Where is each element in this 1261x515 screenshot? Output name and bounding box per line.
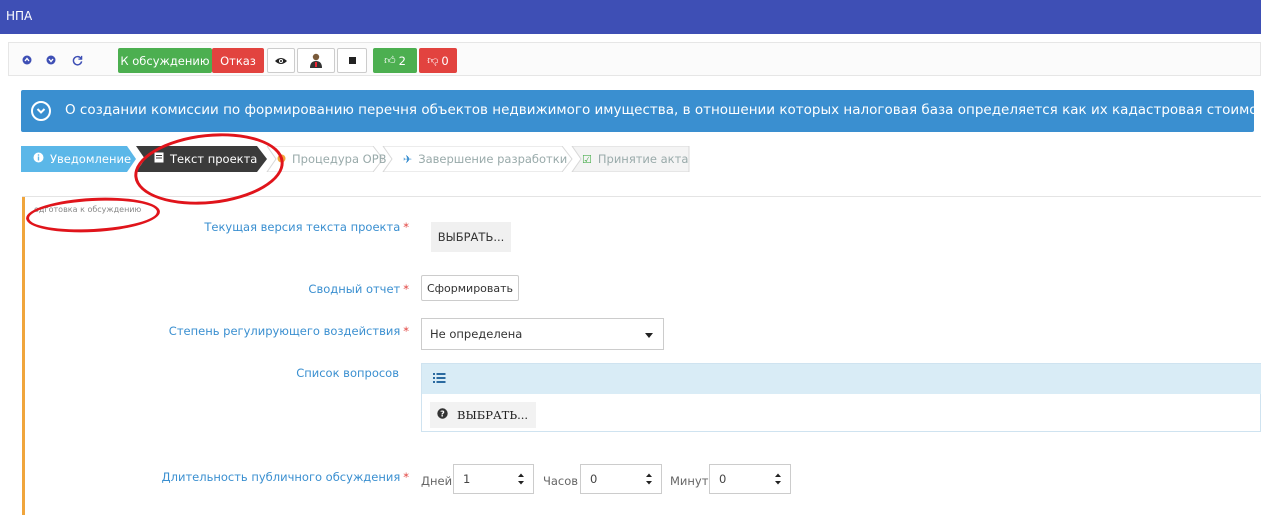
step-finish-development[interactable]: ✈︎ Завершение разработки: [403, 146, 567, 172]
reject-button[interactable]: Отказ: [212, 48, 264, 73]
step-orv-procedure[interactable]: Процедура ОРВ: [277, 146, 387, 172]
days-value: 1: [463, 472, 471, 486]
minutes-value: 0: [719, 472, 727, 486]
minutes-input[interactable]: 0: [709, 464, 791, 494]
spinner-arrows-icon[interactable]: [517, 472, 525, 486]
circle-down-icon[interactable]: [39, 47, 63, 73]
info-circle-icon: [33, 152, 44, 166]
like-count: 2: [398, 53, 406, 68]
stop-icon[interactable]: [337, 48, 367, 73]
public-discussion-duration-label: Длительность публичного обсуждения *: [161, 470, 409, 484]
dot-icon: [277, 153, 286, 166]
regulatory-impact-select[interactable]: Не определена: [421, 318, 664, 350]
questions-list-label: Список вопросов: [296, 366, 399, 380]
step-notification[interactable]: Уведомление: [33, 146, 131, 172]
step-label: Завершение разработки: [418, 152, 568, 166]
stage-indicator-bar: [22, 197, 25, 515]
questions-panel: ? ВЫБРАТЬ...: [421, 363, 1261, 432]
step-project-text[interactable]: Текст проекта: [154, 146, 257, 172]
list-icon: [433, 372, 446, 387]
app-title: НПА: [6, 9, 33, 23]
questions-panel-header: [422, 364, 1261, 394]
question-circle-icon: ?: [437, 408, 448, 422]
select-questions-button[interactable]: ? ВЫБРАТЬ...: [430, 402, 536, 428]
user-icon[interactable]: [297, 48, 335, 73]
regulatory-impact-label: Степень регулирующего воздействия *: [168, 324, 409, 338]
to-discussion-button[interactable]: К обсуждению: [118, 48, 212, 73]
top-bar: НПА: [0, 0, 1261, 34]
days-input[interactable]: 1: [453, 464, 534, 494]
document-title: О создании комиссии по формированию пере…: [65, 102, 1261, 118]
select-version-button[interactable]: ВЫБРАТЬ...: [431, 222, 511, 252]
step-label: Уведомление: [50, 152, 132, 166]
thumbs-up-icon: 👍︎: [384, 54, 396, 67]
hours-input[interactable]: 0: [580, 464, 662, 494]
step-label: Текст проекта: [170, 152, 258, 166]
step-label: Принятие акта: [597, 152, 689, 166]
document-icon: [154, 152, 164, 166]
check-square-icon: ☑: [582, 152, 592, 166]
hours-label: Часов: [543, 474, 579, 488]
spinner-arrows-icon[interactable]: [774, 472, 782, 486]
days-label: Дней: [421, 474, 453, 488]
regulatory-impact-value: Не определена: [430, 327, 523, 341]
dislike-button[interactable]: 👎︎ 0: [419, 48, 457, 73]
eye-icon[interactable]: [267, 48, 295, 73]
summary-report-label: Сводный отчет *: [308, 282, 409, 296]
like-button[interactable]: 👍︎ 2: [373, 48, 417, 73]
pin-icon: ✈︎: [403, 152, 413, 166]
generate-report-button[interactable]: Сформировать: [421, 275, 519, 301]
step-label: Процедура ОРВ: [292, 152, 387, 166]
toolbar: К обсуждению Отказ 👍︎ 2 👎︎ 0: [8, 42, 1261, 76]
stage-caption: одготовка к обсуждению: [34, 205, 142, 214]
refresh-icon[interactable]: [65, 47, 89, 73]
chevron-down-icon[interactable]: [31, 101, 51, 121]
step-act-adoption[interactable]: ☑ Принятие акта: [582, 146, 688, 172]
spinner-arrows-icon[interactable]: [645, 472, 653, 486]
circle-up-icon[interactable]: [15, 47, 39, 73]
current-version-label: Текущая версия текста проекта *: [204, 220, 409, 234]
caret-down-icon: [645, 333, 653, 338]
thumbs-down-icon: 👎︎: [427, 54, 439, 67]
select-questions-label: ВЫБРАТЬ...: [457, 408, 529, 422]
hours-value: 0: [590, 472, 598, 486]
minutes-label: Минут: [670, 474, 709, 488]
svg-text:?: ?: [440, 409, 445, 418]
dislike-count: 0: [441, 53, 449, 68]
document-title-banner[interactable]: О создании комиссии по формированию пере…: [21, 90, 1261, 132]
